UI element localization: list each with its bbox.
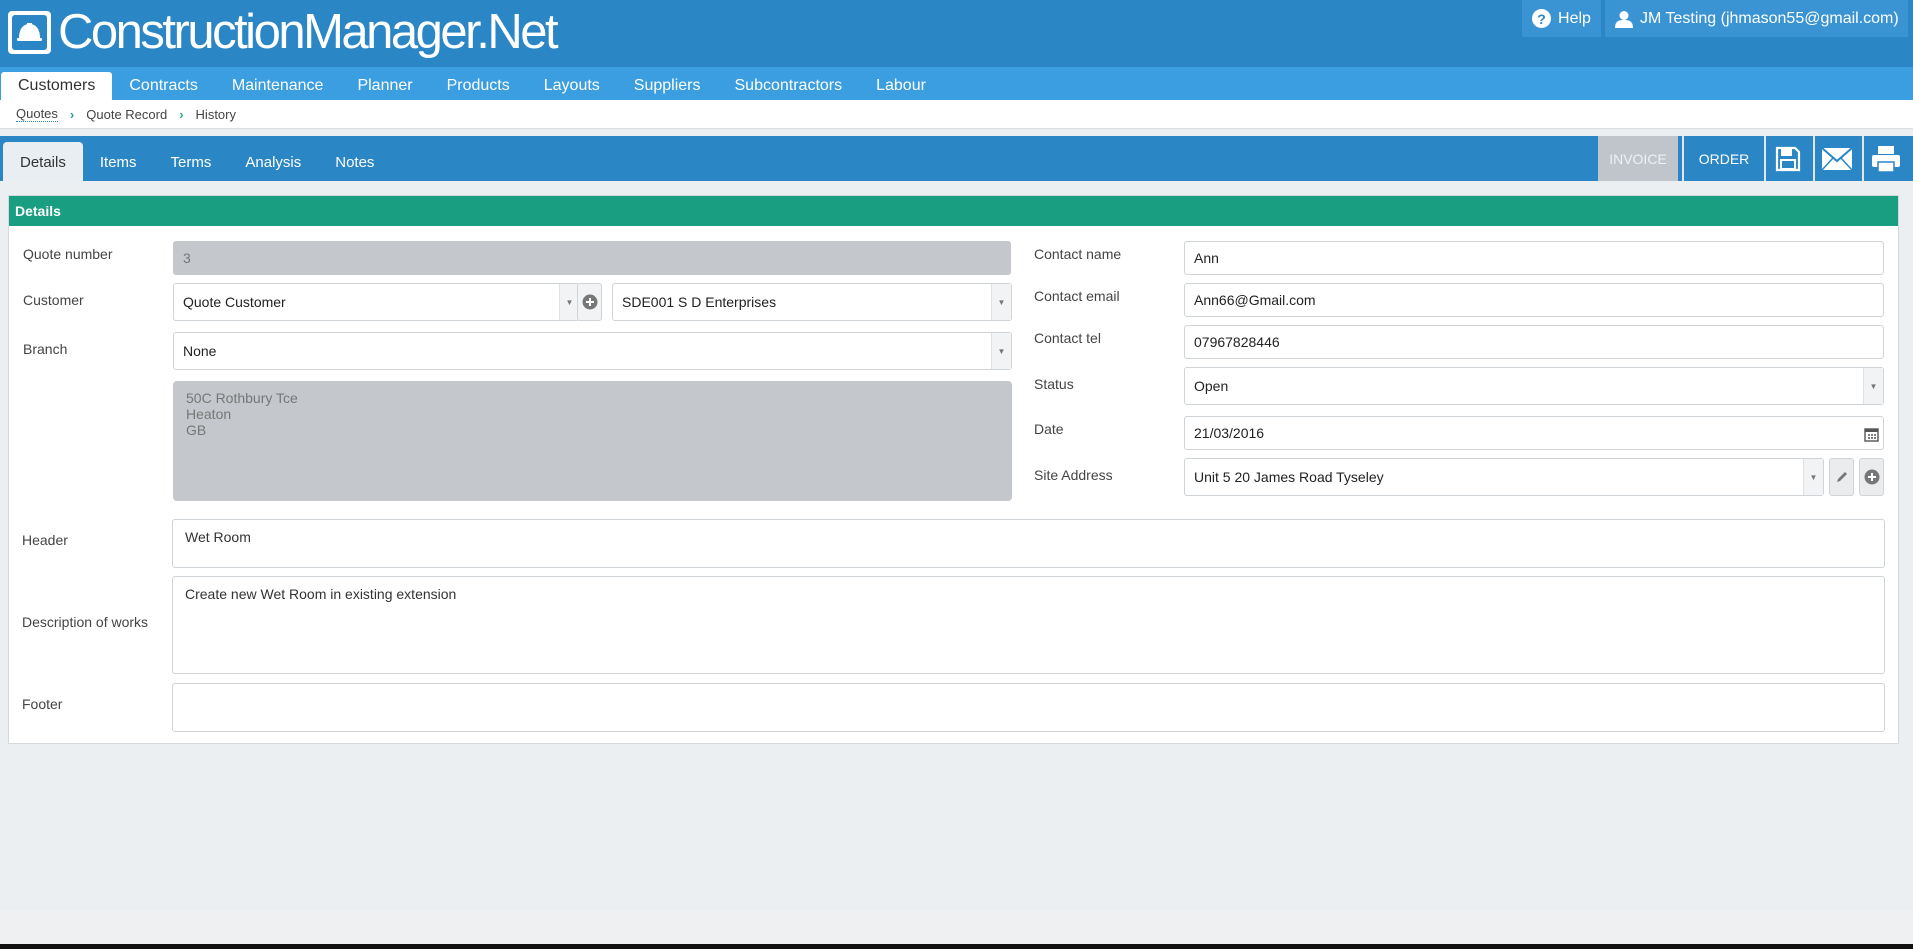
quote-number-label: Quote number [23, 246, 113, 262]
contact-email-label: Contact email [1034, 288, 1120, 304]
order-button[interactable]: ORDER [1682, 136, 1764, 181]
contact-email-field[interactable]: Ann66@Gmail.com [1184, 283, 1884, 317]
nav-contracts[interactable]: Contracts [112, 67, 214, 100]
date-field[interactable]: 21/03/2016 [1184, 416, 1884, 450]
app-logo[interactable]: ConstructionManager.Net [8, 5, 559, 59]
breadcrumb: Quotes › Quote Record › History [0, 100, 1913, 129]
contact-tel-field[interactable]: 07967828446 [1184, 325, 1884, 359]
chevron-right-icon: › [179, 106, 184, 122]
panel-title: Details [9, 196, 1898, 226]
dropdown-caret-icon: ▼ [1803, 459, 1823, 495]
branch-select[interactable]: None ▼ [173, 332, 1012, 370]
site-address-label: Site Address [1034, 467, 1113, 483]
hard-hat-icon [8, 11, 51, 54]
tab-terms[interactable]: Terms [154, 142, 229, 181]
tab-items[interactable]: Items [83, 142, 154, 181]
nav-subcontractors[interactable]: Subcontractors [718, 67, 860, 100]
help-icon: ? [1532, 9, 1552, 28]
add-site-address-button[interactable] [1859, 458, 1884, 496]
chevron-right-icon: › [69, 106, 75, 122]
dropdown-caret-icon: ▼ [991, 333, 1011, 369]
header-label: Header [22, 532, 68, 548]
plus-circle-icon [1864, 469, 1879, 485]
footer-label: Footer [22, 696, 63, 712]
quote-number-field: 3 [173, 241, 1011, 275]
site-address-select[interactable]: Unit 5 20 James Road Tyseley ▼ [1184, 458, 1824, 496]
status-value: Open [1194, 378, 1229, 394]
header-field[interactable]: Wet Room [172, 519, 1885, 568]
edit-site-address-button[interactable] [1829, 458, 1854, 496]
help-label: Help [1558, 9, 1591, 27]
dropdown-caret-icon: ▼ [1863, 368, 1883, 404]
customer-account-value: SDE001 S D Enterprises [622, 294, 777, 310]
nav-layouts[interactable]: Layouts [527, 67, 617, 100]
email-button[interactable] [1813, 136, 1858, 181]
breadcrumb-quotes[interactable]: Quotes [16, 106, 58, 122]
customer-select[interactable]: Quote Customer ▼ [173, 283, 580, 321]
branch-label: Branch [23, 341, 68, 357]
help-button[interactable]: ? Help [1522, 0, 1601, 37]
contact-name-label: Contact name [1034, 246, 1122, 262]
breadcrumb-history[interactable]: History [196, 107, 236, 122]
invoice-button[interactable]: INVOICE [1598, 136, 1678, 181]
nav-suppliers[interactable]: Suppliers [617, 67, 718, 100]
horizontal-scrollbar[interactable] [0, 910, 1913, 944]
footer-field[interactable] [172, 683, 1885, 732]
user-icon [1615, 10, 1633, 28]
customer-account-select[interactable]: SDE001 S D Enterprises ▼ [612, 283, 1012, 321]
user-menu-button[interactable]: JM Testing (jhmason55@gmail.com) [1605, 0, 1908, 37]
app-title: ConstructionManager.Net [58, 5, 559, 59]
breadcrumb-quote-record[interactable]: Quote Record [86, 107, 167, 122]
customer-address: 50C Rothbury Tce Heaton GB [173, 381, 1012, 501]
save-icon [1775, 146, 1800, 171]
address-line-3: GB [186, 422, 207, 438]
branch-value: None [183, 343, 217, 359]
contact-tel-label: Contact tel [1034, 330, 1101, 346]
date-value: 21/03/2016 [1194, 425, 1265, 441]
contact-name-field[interactable]: Ann [1184, 241, 1884, 275]
dropdown-caret-icon: ▼ [559, 284, 579, 320]
description-field[interactable]: Create new Wet Room in existing extensio… [172, 576, 1885, 674]
address-line-2: Heaton [186, 406, 232, 422]
status-select[interactable]: Open ▼ [1184, 367, 1884, 405]
tab-analysis[interactable]: Analysis [228, 142, 318, 181]
address-line-1: 50C Rothbury Tce [186, 390, 298, 406]
nav-planner[interactable]: Planner [340, 67, 429, 100]
user-label: JM Testing (jhmason55@gmail.com) [1640, 9, 1899, 27]
date-label: Date [1034, 421, 1064, 437]
nav-products[interactable]: Products [430, 67, 527, 100]
pencil-icon [1836, 472, 1847, 482]
tab-details[interactable]: Details [3, 142, 83, 181]
nav-labour[interactable]: Labour [859, 67, 943, 100]
dropdown-caret-icon: ▼ [991, 284, 1011, 320]
description-label: Description of works [22, 614, 149, 630]
tab-notes[interactable]: Notes [318, 142, 391, 181]
add-customer-button[interactable] [577, 283, 602, 321]
plus-circle-icon [582, 294, 597, 310]
status-label: Status [1034, 376, 1074, 392]
record-tab-bar: Details Items Terms Analysis Notes INVOI… [0, 136, 1913, 181]
print-button[interactable] [1862, 136, 1908, 181]
email-icon [1820, 146, 1853, 171]
app-header: ConstructionManager.Net ? Help JM Testin… [0, 0, 1913, 67]
save-button[interactable] [1764, 136, 1809, 181]
calendar-icon[interactable] [1864, 427, 1879, 442]
nav-maintenance[interactable]: Maintenance [215, 67, 341, 100]
nav-customers[interactable]: Customers [1, 72, 113, 100]
window-bottom-edge [0, 944, 1913, 949]
main-nav: Customers Contracts Maintenance Planner … [0, 67, 1913, 100]
customer-label: Customer [23, 292, 84, 308]
details-panel: Details Quote number 3 Customer Quote Cu… [8, 195, 1899, 744]
print-icon [1872, 145, 1900, 173]
site-address-value: Unit 5 20 James Road Tyseley [1194, 469, 1384, 485]
customer-value: Quote Customer [183, 294, 286, 310]
